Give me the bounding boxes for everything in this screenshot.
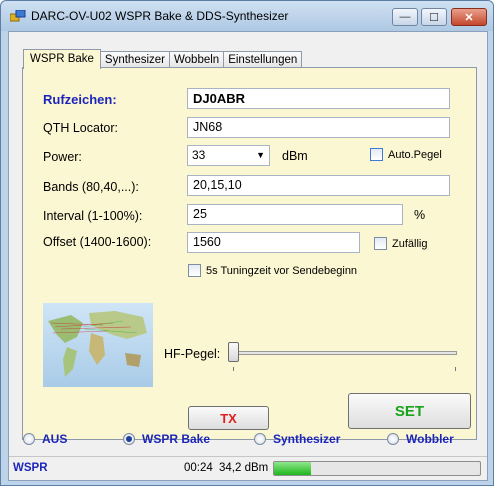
progress-fill — [274, 462, 312, 475]
checkbox-icon — [370, 148, 383, 161]
power-value: 33 — [192, 148, 206, 162]
hf-level-label: HF-Pegel: — [164, 347, 221, 361]
tuning-label: 5s Tuningzeit vor Sendebeginn — [206, 264, 358, 277]
status-bar: WSPR 00:24 34,2 dBm — [9, 456, 487, 480]
tx-button[interactable]: TX — [188, 406, 269, 430]
wspr-panel: Rufzeichen: DJ0ABR QTH Locator: JN68 Pow… — [22, 67, 477, 440]
slider-tick — [233, 367, 234, 371]
radio-icon — [254, 433, 266, 445]
progress-bar — [273, 461, 481, 476]
status-power: 34,2 dBm — [219, 462, 269, 474]
checkbox-icon — [188, 264, 201, 277]
close-icon: ✕ — [464, 11, 474, 24]
minimize-icon: — — [399, 11, 411, 23]
radio-aus[interactable]: AUS — [23, 432, 67, 446]
bands-label: Bands (80,40,...): — [43, 180, 139, 194]
status-time: 00:24 — [184, 462, 213, 474]
tuning-checkbox[interactable]: 5s Tuningzeit vor Sendebeginn — [188, 264, 357, 277]
interval-input[interactable]: 25 — [187, 204, 403, 225]
radio-wobbler-label: Wobbler — [406, 432, 454, 446]
radio-wspr-bake[interactable]: WSPR Bake — [123, 432, 210, 446]
tab-strip: WSPR Bake Synthesizer Wobbeln Einstellun… — [23, 49, 303, 69]
slider-tick — [455, 367, 456, 371]
radio-wobbler[interactable]: Wobbler — [387, 432, 454, 446]
callsign-input[interactable]: DJ0ABR — [187, 88, 450, 109]
autopegel-checkbox[interactable]: Auto.Pegel — [370, 148, 442, 161]
radio-selected-icon — [123, 433, 135, 445]
mode-radio-group: AUS WSPR Bake Synthesizer Wobbler — [9, 432, 489, 452]
interval-unit: % — [414, 208, 426, 222]
hf-level-slider-thumb[interactable] — [228, 342, 239, 362]
checkbox-icon — [374, 237, 387, 250]
hf-level-track[interactable] — [229, 351, 457, 355]
callsign-label: Rufzeichen: — [43, 92, 117, 107]
radio-aus-label: AUS — [42, 432, 68, 446]
tab-wspr-bake[interactable]: WSPR Bake — [23, 49, 101, 69]
radio-synth-label: Synthesizer — [273, 432, 341, 446]
radio-icon — [23, 433, 35, 445]
locator-input[interactable]: JN68 — [187, 117, 450, 138]
radio-icon — [387, 433, 399, 445]
status-mode: WSPR — [13, 462, 48, 474]
app-window: DARC-OV-U02 WSPR Bake & DDS-Synthesizer … — [0, 0, 494, 486]
world-map-image — [43, 303, 153, 387]
bands-input[interactable]: 20,15,10 — [187, 175, 450, 196]
power-label: Power: — [43, 150, 82, 164]
chevron-down-icon: ▼ — [256, 150, 265, 160]
offset-input[interactable]: 1560 — [187, 232, 360, 253]
window-title: DARC-OV-U02 WSPR Bake & DDS-Synthesizer — [31, 9, 289, 23]
random-checkbox[interactable]: Zufällig — [374, 237, 427, 250]
locator-label: QTH Locator: — [43, 121, 119, 135]
app-icon — [10, 10, 26, 22]
maximize-button[interactable]: ☐ — [421, 8, 447, 26]
client-area: WSPR Bake Synthesizer Wobbeln Einstellun… — [8, 31, 488, 481]
radio-wspr-label: WSPR Bake — [142, 432, 211, 446]
maximize-icon: ☐ — [429, 11, 439, 24]
autopegel-label: Auto.Pegel — [388, 148, 442, 161]
power-select[interactable]: 33 ▼ — [187, 145, 270, 166]
random-label: Zufällig — [392, 237, 428, 250]
interval-label: Interval (1-100%): — [43, 209, 143, 223]
radio-synthesizer[interactable]: Synthesizer — [254, 432, 340, 446]
offset-label: Offset (1400-1600): — [43, 235, 152, 249]
set-button[interactable]: SET — [348, 393, 471, 429]
title-bar[interactable]: DARC-OV-U02 WSPR Bake & DDS-Synthesizer … — [1, 1, 493, 31]
world-map-graphic — [48, 311, 147, 377]
power-unit: dBm — [282, 149, 308, 163]
minimize-button[interactable]: — — [392, 8, 418, 26]
close-button[interactable]: ✕ — [451, 8, 487, 26]
